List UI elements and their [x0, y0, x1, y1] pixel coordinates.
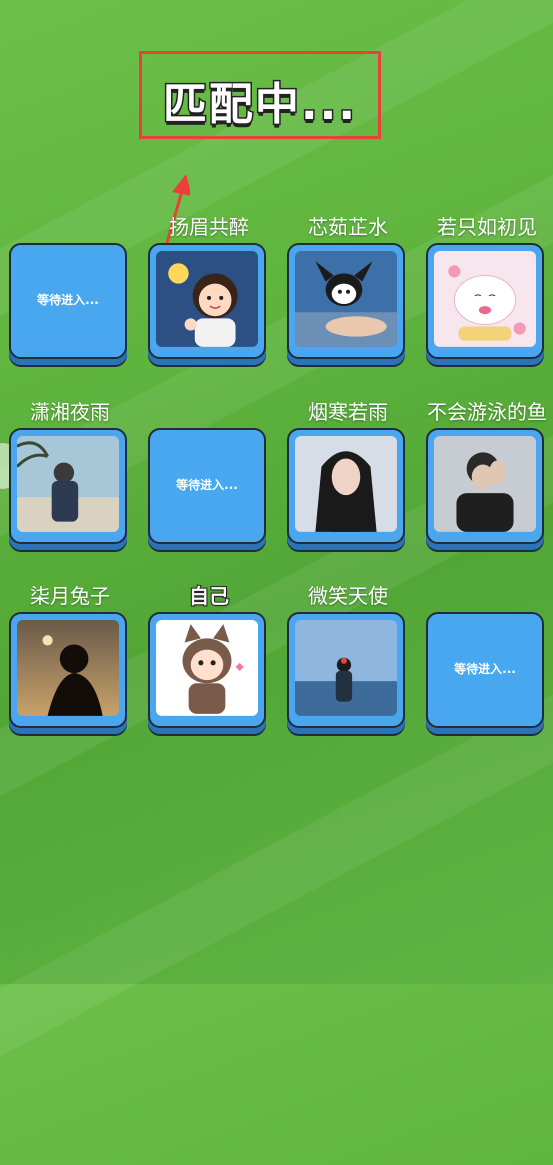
player-tile[interactable]	[426, 428, 544, 544]
player-name: 潇湘夜雨	[30, 400, 110, 424]
thinking-man-photo	[434, 436, 536, 532]
player-slot[interactable]: 等待进入...	[148, 428, 270, 544]
silhouette-photo	[17, 620, 119, 716]
self-tile[interactable]	[148, 612, 266, 728]
player-slot[interactable]: 等待进入...	[9, 243, 131, 359]
cat-hood-girl-icon	[156, 620, 258, 716]
cartoon-bunny-icon	[434, 251, 536, 347]
player-slot[interactable]: 烟寒若雨	[287, 400, 409, 544]
player-tile[interactable]	[426, 243, 544, 359]
player-tile[interactable]	[287, 428, 405, 544]
sea-girl-photo	[295, 620, 397, 716]
player-slot[interactable]: 扬眉共醉	[148, 215, 270, 359]
player-name: 扬眉共醉	[169, 215, 249, 239]
player-tile[interactable]: 等待进入...	[9, 243, 127, 359]
waiting-label: 等待进入...	[176, 477, 238, 492]
player-slot[interactable]: 等待进入...	[426, 612, 548, 728]
girl-photo	[295, 436, 397, 532]
player-slot[interactable]: 若只如初见	[426, 215, 548, 359]
waiting-label: 等待进入...	[454, 661, 516, 676]
player-slot[interactable]: 芯茹芷水	[287, 215, 409, 359]
waiting-label: 等待进入...	[37, 292, 99, 307]
player-tile[interactable]: 等待进入...	[148, 428, 266, 544]
player-name: 烟寒若雨	[308, 400, 388, 424]
player-tile[interactable]	[9, 612, 127, 728]
player-slot[interactable]: 不会游泳的鱼	[426, 400, 548, 544]
player-slot[interactable]: 柒月兔子	[9, 584, 131, 728]
player-tile[interactable]	[9, 428, 127, 544]
player-name: 微笑天使	[308, 584, 388, 608]
player-slot[interactable]: 微笑天使	[287, 584, 409, 728]
player-name: 若只如初见	[437, 215, 537, 239]
player-name: 不会游泳的鱼	[427, 400, 547, 424]
kuromi-icon	[295, 251, 397, 347]
player-tile[interactable]	[148, 243, 266, 359]
cartoon-girl-icon	[156, 251, 258, 347]
player-slot[interactable]: 自己	[148, 583, 270, 728]
player-tile[interactable]: 等待进入...	[426, 612, 544, 728]
player-name: 芯茹芷水	[308, 215, 388, 239]
matching-title-box: 匹配中...	[139, 51, 381, 139]
self-name: 自己	[188, 583, 230, 609]
player-tile[interactable]	[287, 612, 405, 728]
beach-boy-photo	[17, 436, 119, 532]
matching-title: 匹配中...	[161, 78, 358, 132]
player-slot[interactable]: 潇湘夜雨	[9, 400, 131, 544]
player-tile[interactable]	[287, 243, 405, 359]
